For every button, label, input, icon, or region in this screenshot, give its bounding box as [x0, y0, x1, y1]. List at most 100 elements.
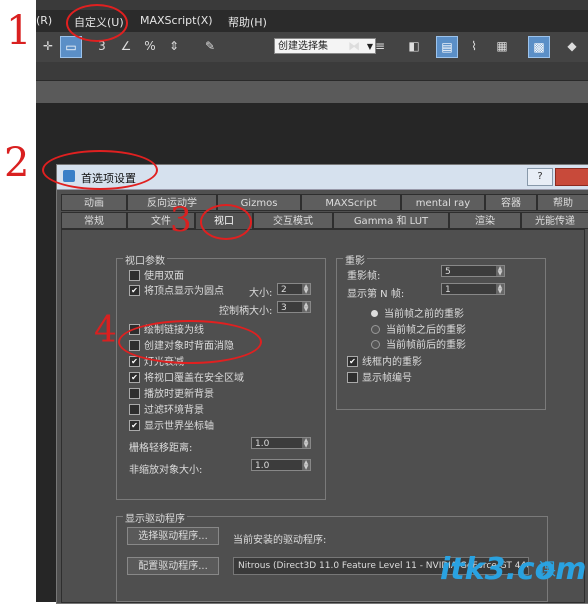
- nth-frame-label: 显示第 N 帧:: [347, 289, 405, 300]
- group-title: 重影: [343, 252, 367, 267]
- mirror-icon[interactable]: ⧓: [344, 36, 364, 56]
- tab-help[interactable]: 帮助: [537, 194, 588, 211]
- option-backface-row[interactable]: 使用双面: [129, 267, 184, 282]
- tab-maxscript[interactable]: MAXScript: [301, 194, 401, 211]
- option-label: 显示世界坐标轴: [144, 421, 214, 432]
- spinner-arrows-icon[interactable]: ▲ ▼: [302, 460, 310, 471]
- spinner-arrows-icon[interactable]: ▲ ▼: [496, 284, 504, 295]
- annotation-circle-menu: [66, 4, 128, 42]
- radio-label: 当前帧之前的重影: [384, 309, 464, 320]
- percent-snap-icon[interactable]: %: [140, 36, 160, 56]
- main-toolbar: ✛ ▭ 3 ∠ % ⇕ ✎ 创建选择集 ▼ ⧓ ≡ ◧ ▤ ⌇ ▦ ▩ ◆: [36, 32, 588, 63]
- tab-rendering[interactable]: 渲染: [449, 212, 521, 229]
- ribbon-area: [36, 62, 588, 80]
- selection-set-value: 创建选择集: [278, 41, 328, 52]
- help-button[interactable]: ?: [527, 168, 553, 186]
- radio-label: 当前帧之后的重影: [386, 325, 466, 336]
- ghost-wireframe-row[interactable]: ✔ 线框内的重影: [347, 353, 422, 368]
- option-label: 将视口覆盖在安全区域: [144, 373, 244, 384]
- handle-size-label: 控制柄大小:: [219, 306, 273, 317]
- watermark-cn: 课: [538, 560, 556, 581]
- spinner-snap-icon[interactable]: ⇕: [164, 36, 184, 56]
- ghost-after-radio[interactable]: 当前帧之后的重影: [371, 321, 466, 336]
- viewport-params-group: 视口参数 使用双面 ✔ 将顶点显示为圆点 大小: 2 ▲ ▼ 控制柄大小: 3 ▲ ▼ 绘…: [116, 252, 326, 500]
- spinner-arrows-icon[interactable]: ▲ ▼: [302, 284, 310, 295]
- grid-nudge-spinner[interactable]: 1.0 ▲ ▼: [251, 437, 311, 449]
- checkbox[interactable]: [129, 269, 140, 281]
- tab-radiosity[interactable]: 光能传递: [521, 212, 588, 229]
- option-update-bg-row[interactable]: 播放时更新背景: [129, 385, 214, 400]
- material-editor-icon[interactable]: ▩: [528, 36, 550, 58]
- group-title: 视口参数: [123, 252, 167, 267]
- configure-driver-button[interactable]: 配置驱动程序...: [127, 557, 219, 575]
- option-filter-env-row[interactable]: 过滤环境背景: [129, 401, 204, 416]
- menu-item-help[interactable]: 帮助(H): [228, 14, 267, 30]
- tab-gamma-lut[interactable]: Gamma 和 LUT: [333, 212, 449, 229]
- tab-container[interactable]: 容器: [485, 194, 537, 211]
- checkbox[interactable]: [129, 387, 140, 399]
- option-label: 播放时更新背景: [144, 389, 214, 400]
- radio-label: 当前帧前后的重影: [386, 340, 466, 351]
- ghost-frames-spinner[interactable]: 5 ▲ ▼: [441, 265, 505, 277]
- annotation-2: 2: [4, 140, 30, 186]
- annotation-3: 3: [170, 200, 192, 240]
- angle-snap-icon[interactable]: ∠: [116, 36, 136, 56]
- checkbox[interactable]: [347, 371, 358, 383]
- option-vertex-dots-row[interactable]: ✔ 将顶点显示为圆点: [129, 282, 224, 297]
- annotation-circle-tab: [200, 204, 252, 240]
- option-safe-region-row[interactable]: ✔ 将视口覆盖在安全区域: [129, 369, 244, 384]
- checkbox-checked[interactable]: ✔: [347, 355, 358, 367]
- option-label: 将顶点显示为圆点: [144, 286, 224, 297]
- radio[interactable]: [371, 339, 380, 349]
- radio[interactable]: [371, 324, 380, 334]
- close-button[interactable]: [555, 168, 588, 186]
- ghost-both-radio[interactable]: 当前帧前后的重影: [371, 336, 466, 351]
- installed-driver-label: 当前安装的驱动程序:: [233, 535, 327, 546]
- radio-selected[interactable]: [371, 309, 378, 317]
- checkbox-checked[interactable]: ✔: [129, 284, 140, 296]
- tab-general[interactable]: 常规: [61, 212, 127, 229]
- tab-interaction-mode[interactable]: 交互模式: [253, 212, 333, 229]
- annotation-circle-option: [118, 320, 262, 364]
- select-region-icon[interactable]: ▭: [60, 36, 82, 58]
- spinner-value: 1.0: [255, 461, 270, 471]
- checkbox-checked[interactable]: ✔: [129, 371, 140, 383]
- spinner-arrows-icon[interactable]: ▲ ▼: [302, 438, 310, 449]
- viewports-panel: 视口参数 使用双面 ✔ 将顶点显示为圆点 大小: 2 ▲ ▼ 控制柄大小: 3 ▲ ▼ 绘…: [61, 229, 585, 603]
- option-world-axis-row[interactable]: ✔ 显示世界坐标轴: [129, 417, 214, 432]
- render-setup-icon[interactable]: ◆: [562, 36, 582, 56]
- handle-size-spinner[interactable]: 3 ▲ ▼: [277, 301, 311, 313]
- spinner-value: 5: [445, 267, 451, 277]
- non-scaling-spinner[interactable]: 1.0 ▲ ▼: [251, 459, 311, 471]
- checkbox[interactable]: [129, 403, 140, 415]
- move-icon[interactable]: ✛: [38, 36, 58, 56]
- tab-mental-ray[interactable]: mental ray: [401, 194, 485, 211]
- spinner-arrows-icon[interactable]: ▲ ▼: [302, 302, 310, 313]
- watermark-text: itk3.com: [440, 552, 587, 587]
- watermark: itk3.com 课: [440, 548, 588, 602]
- ghost-before-radio[interactable]: 当前帧之前的重影: [371, 305, 464, 320]
- annotation-4: 4: [94, 310, 117, 351]
- spinner-value: 1.0: [255, 439, 270, 449]
- menu-item-maxscript[interactable]: MAXScript(X): [140, 14, 213, 27]
- checkbox-checked[interactable]: ✔: [129, 419, 140, 431]
- layer-icon[interactable]: ◧: [404, 36, 424, 56]
- nth-frame-spinner[interactable]: 1 ▲ ▼: [441, 283, 505, 295]
- choose-driver-button[interactable]: 选择驱动程序...: [127, 527, 219, 545]
- menu-item-render[interactable]: (R): [36, 14, 52, 27]
- graphite-icon[interactable]: ▤: [436, 36, 458, 58]
- align-icon[interactable]: ≡: [370, 36, 390, 56]
- tab-row-1: 动画 反向运动学 Gizmos MAXScript mental ray 容器 …: [61, 194, 588, 212]
- group-title: 显示驱动程序: [123, 510, 187, 525]
- curve-editor-icon[interactable]: ⌇: [464, 36, 484, 56]
- size-spinner[interactable]: 2 ▲ ▼: [277, 283, 311, 295]
- spinner-value: 1: [445, 285, 451, 295]
- tab-animation[interactable]: 动画: [61, 194, 127, 211]
- ghosting-group: 重影 重影帧: 5 ▲ ▼ 显示第 N 帧: 1 ▲ ▼ 当前帧之前的重影 当前帧之后的…: [336, 252, 546, 410]
- show-frame-numbers-row[interactable]: 显示帧编号: [347, 369, 412, 384]
- annotation-circle-title: [42, 150, 158, 190]
- edit-named-selection-icon[interactable]: ✎: [200, 36, 220, 56]
- spinner-arrows-icon[interactable]: ▲ ▼: [496, 266, 504, 277]
- schematic-view-icon[interactable]: ▦: [492, 36, 512, 56]
- grid-nudge-label: 栅格轻移距离:: [129, 443, 193, 454]
